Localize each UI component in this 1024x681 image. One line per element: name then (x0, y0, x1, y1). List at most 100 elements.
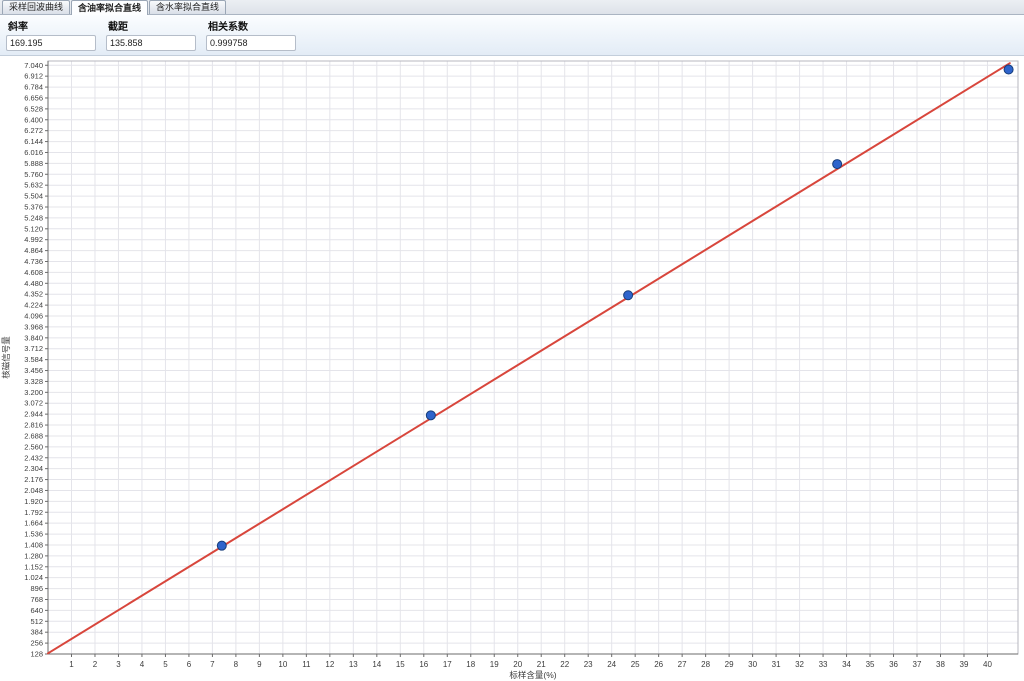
x-tick-label: 40 (983, 660, 992, 669)
y-tick-label: 1.152 (24, 562, 43, 571)
x-tick-label: 27 (678, 660, 687, 669)
x-axis-title: 标样含量(%) (509, 670, 556, 680)
y-tick-label: 5.376 (24, 202, 43, 211)
x-tick-label: 2 (93, 660, 98, 669)
y-tick-label: 4.864 (24, 246, 43, 255)
y-tick-label: 4.480 (24, 279, 43, 288)
x-tick-label: 13 (349, 660, 358, 669)
x-tick-label: 20 (513, 660, 522, 669)
x-tick-label: 7 (210, 660, 215, 669)
y-tick-label: 6.656 (24, 93, 43, 102)
x-tick-label: 26 (654, 660, 663, 669)
slope-field-group: 斜率 (6, 18, 106, 55)
x-tick-label: 1 (69, 660, 74, 669)
x-tick-label: 33 (819, 660, 828, 669)
slope-input[interactable] (6, 35, 96, 51)
y-tick-label: 2.432 (24, 453, 43, 462)
data-point[interactable] (426, 411, 435, 420)
y-tick-label: 1.408 (24, 540, 43, 549)
x-tick-label: 6 (187, 660, 192, 669)
x-tick-label: 39 (960, 660, 969, 669)
y-tick-label: 5.760 (24, 170, 43, 179)
x-tick-label: 36 (889, 660, 898, 669)
x-tick-label: 37 (913, 660, 922, 669)
y-tick-label: 6.528 (24, 104, 43, 113)
x-tick-label: 5 (163, 660, 168, 669)
y-tick-label: 256 (30, 639, 43, 648)
tab-bar: 采样回波曲线 含油率拟合直线 含水率拟合直线 (0, 0, 1024, 15)
x-tick-label: 15 (396, 660, 405, 669)
y-tick-label: 2.688 (24, 431, 43, 440)
tab-oil-fit-line[interactable]: 含油率拟合直线 (71, 0, 148, 15)
x-tick-label: 24 (607, 660, 616, 669)
x-tick-label: 16 (419, 660, 428, 669)
intercept-label: 截距 (106, 18, 206, 33)
y-tick-label: 4.992 (24, 235, 43, 244)
x-tick-label: 17 (443, 660, 452, 669)
y-tick-label: 6.400 (24, 115, 43, 124)
slope-label: 斜率 (6, 18, 106, 33)
tab-water-fit-line[interactable]: 含水率拟合直线 (149, 0, 226, 14)
x-tick-label: 38 (936, 660, 945, 669)
y-axis-title: 核磁信号量 (1, 336, 11, 379)
tab-echo-curve[interactable]: 采样回波曲线 (2, 0, 70, 14)
data-point[interactable] (833, 160, 842, 169)
x-tick-label: 11 (302, 660, 311, 669)
y-tick-label: 2.560 (24, 442, 43, 451)
x-tick-label: 23 (584, 660, 593, 669)
x-tick-label: 14 (372, 660, 381, 669)
data-point[interactable] (217, 541, 226, 550)
y-tick-label: 4.352 (24, 290, 43, 299)
data-point[interactable] (1004, 65, 1013, 74)
fit-line (48, 63, 1010, 653)
calibration-app: 采样回波曲线 含油率拟合直线 含水率拟合直线 斜率 截距 相关系数 128256… (0, 0, 1024, 681)
y-tick-label: 7.040 (24, 61, 43, 70)
x-tick-label: 21 (537, 660, 546, 669)
y-tick-label: 1.536 (24, 530, 43, 539)
y-tick-label: 128 (30, 650, 43, 659)
intercept-field-group: 截距 (106, 18, 206, 55)
y-tick-label: 640 (30, 606, 43, 615)
y-tick-label: 4.736 (24, 257, 43, 266)
y-tick-label: 1.792 (24, 508, 43, 517)
intercept-input[interactable] (106, 35, 196, 51)
x-tick-label: 32 (795, 660, 804, 669)
y-tick-label: 2.176 (24, 475, 43, 484)
y-tick-label: 6.272 (24, 126, 43, 135)
y-tick-label: 768 (30, 595, 43, 604)
correlation-field-group: 相关系数 (206, 18, 306, 55)
y-tick-label: 1.920 (24, 497, 43, 506)
y-tick-label: 6.144 (24, 137, 43, 146)
calibration-chart: 1282563845126407688961.0241.1521.2801.40… (0, 57, 1024, 681)
y-tick-label: 4.224 (24, 301, 43, 310)
y-tick-label: 5.888 (24, 159, 43, 168)
x-tick-label: 28 (701, 660, 710, 669)
y-tick-label: 2.048 (24, 486, 43, 495)
x-tick-label: 4 (140, 660, 145, 669)
y-tick-label: 6.784 (24, 83, 43, 92)
y-tick-label: 3.072 (24, 399, 43, 408)
x-tick-label: 3 (116, 660, 121, 669)
y-tick-label: 2.944 (24, 410, 43, 419)
y-tick-label: 5.120 (24, 224, 43, 233)
x-tick-label: 25 (631, 660, 640, 669)
y-tick-label: 896 (30, 584, 43, 593)
data-point[interactable] (624, 291, 633, 300)
x-tick-label: 12 (325, 660, 334, 669)
correlation-input[interactable] (206, 35, 296, 51)
y-tick-label: 3.584 (24, 355, 43, 364)
chart-canvas: 1282563845126407688961.0241.1521.2801.40… (0, 57, 1024, 681)
y-tick-label: 3.328 (24, 377, 43, 386)
x-tick-label: 34 (842, 660, 851, 669)
x-tick-label: 9 (257, 660, 262, 669)
y-tick-label: 1.664 (24, 519, 43, 528)
y-tick-label: 3.200 (24, 388, 43, 397)
x-tick-label: 19 (490, 660, 499, 669)
y-tick-label: 5.504 (24, 192, 43, 201)
x-tick-label: 31 (772, 660, 781, 669)
y-tick-label: 2.816 (24, 421, 43, 430)
y-tick-label: 6.016 (24, 148, 43, 157)
y-tick-label: 1.280 (24, 551, 43, 560)
correlation-label: 相关系数 (206, 18, 306, 33)
x-tick-label: 29 (725, 660, 734, 669)
